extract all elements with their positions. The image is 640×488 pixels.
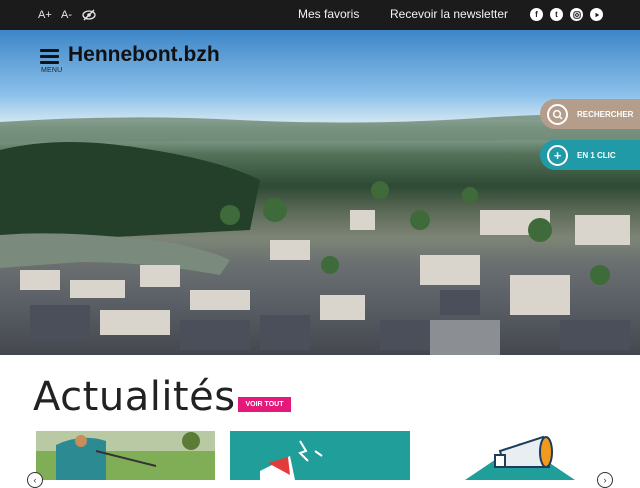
news-card-2[interactable] — [230, 431, 410, 480]
youtube-icon[interactable] — [590, 8, 603, 21]
search-label: RECHERCHER — [577, 109, 634, 119]
news-heading: Actualités — [33, 374, 236, 420]
site-title[interactable]: Hennebont.bzh — [68, 43, 220, 67]
font-decrease-button[interactable]: A- — [61, 0, 72, 30]
carousel-next-icon[interactable]: › — [597, 472, 613, 488]
contrast-toggle-icon[interactable] — [82, 0, 96, 30]
menu-icon[interactable] — [40, 49, 59, 67]
plus-icon: + — [547, 144, 568, 166]
one-click-button[interactable]: + EN 1 CLIC — [540, 140, 640, 170]
newsletter-link[interactable]: Recevoir la newsletter — [390, 7, 508, 21]
facebook-icon[interactable]: f — [530, 8, 543, 21]
news-card-3[interactable] — [425, 431, 605, 480]
search-icon — [547, 103, 568, 125]
font-increase-button[interactable]: A+ — [38, 0, 52, 30]
news-card-1[interactable] — [36, 431, 215, 480]
hero-image — [0, 30, 640, 355]
menu-label[interactable]: MENU — [41, 67, 62, 74]
one-click-label: EN 1 CLIC — [577, 150, 616, 160]
instagram-icon[interactable] — [570, 8, 583, 21]
top-bar: A+ A- Mes favoris Recevoir la newsletter… — [0, 0, 640, 30]
see-all-button[interactable]: VOIR TOUT — [238, 397, 291, 412]
twitter-icon[interactable]: t — [550, 8, 563, 21]
carousel-prev-icon[interactable]: ‹ — [27, 472, 43, 488]
search-button[interactable]: RECHERCHER — [540, 99, 640, 129]
favorites-link[interactable]: Mes favoris — [298, 7, 359, 21]
